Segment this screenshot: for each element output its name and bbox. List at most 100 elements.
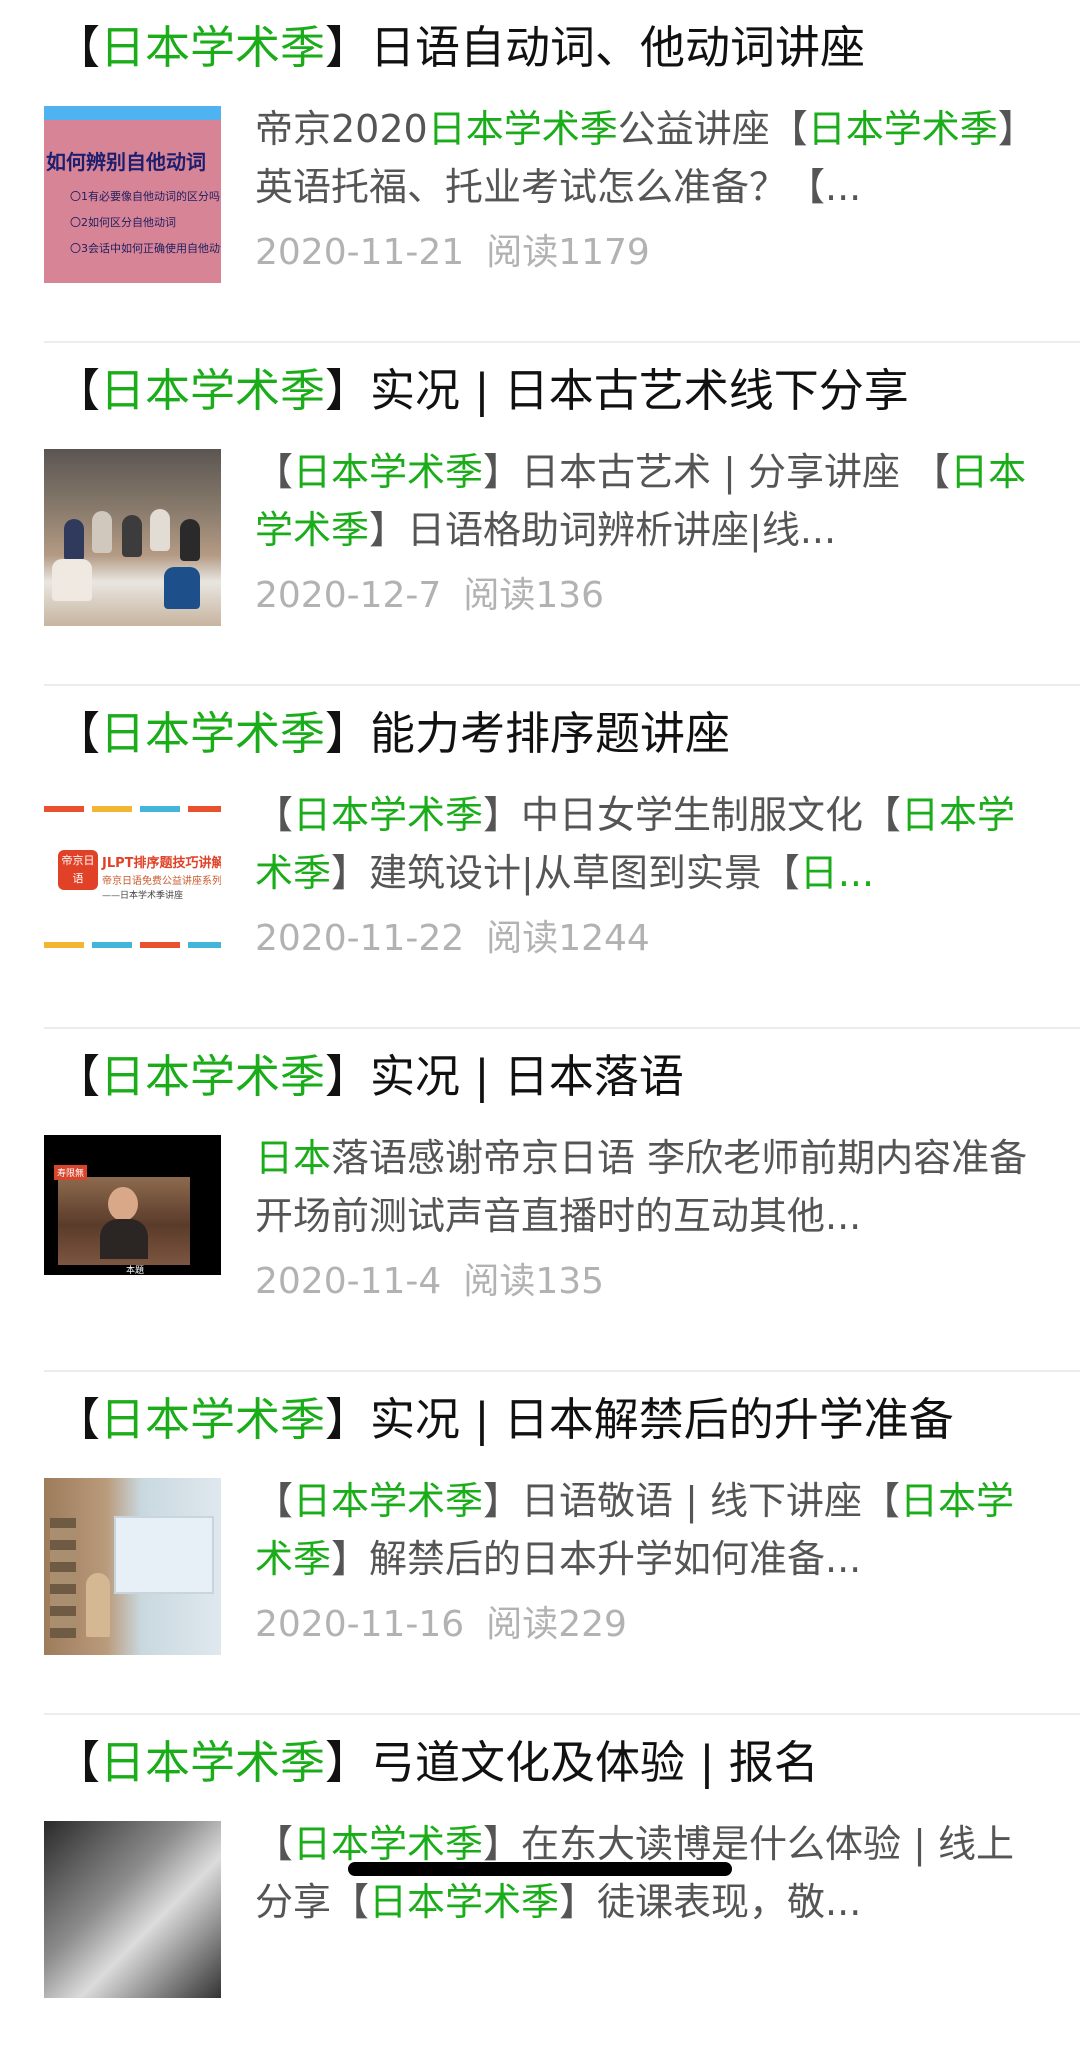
article-date: 2020-12-7 bbox=[255, 575, 442, 616]
keyword-highlight: 日本学术季 bbox=[100, 364, 326, 417]
thumbnail-bottom bbox=[44, 1275, 221, 1312]
text-segment: 】解禁后的日本升学如何准备... bbox=[331, 1537, 862, 1581]
text-segment: 【 bbox=[55, 1050, 101, 1103]
color-bar bbox=[44, 806, 84, 812]
home-indicator[interactable] bbox=[348, 1862, 732, 1876]
color-bar bbox=[44, 942, 84, 948]
list-item[interactable]: 【日本学术季】日语自动词、他动词讲座 如何辨别自他动词 〇1有必要像自他动词的区… bbox=[0, 0, 1080, 343]
keyword-highlight: 日本学术季 bbox=[293, 793, 484, 837]
article-thumbnail[interactable] bbox=[44, 449, 221, 626]
text-segment: 】建筑设计|从草图到实景【 bbox=[331, 851, 800, 895]
article-thumbnail[interactable]: 帝京日语 JLPT排序题技巧讲解 帝京日语免费公益讲座系列 ——日本学术季讲座 bbox=[44, 792, 221, 969]
article-title[interactable]: 【日本学术季】实况 | 日本落语 bbox=[55, 1047, 1055, 1107]
article-thumbnail[interactable]: 如何辨别自他动词 〇1有必要像自他动词的区分吗 〇2如何区分自他动词 〇3会话中… bbox=[44, 106, 221, 283]
photo-person bbox=[86, 1573, 110, 1637]
photo-figure bbox=[180, 519, 200, 561]
article-meta: 2020-11-16 阅读229 bbox=[255, 1600, 627, 1650]
list-item[interactable]: 【日本学术季】实况 | 日本落语 寿限無 本題 日本落语感谢帝京日语 李欣老师前… bbox=[0, 1029, 1080, 1372]
color-bar bbox=[188, 806, 221, 812]
article-thumbnail[interactable]: 寿限無 本題 bbox=[44, 1135, 221, 1312]
thumbnail-subtitle: 帝京日语免费公益讲座系列 bbox=[102, 876, 221, 887]
list-item[interactable]: 【日本学术季】弓道文化及体验 | 报名 【日本学术季】在东大读博是什么体验 | … bbox=[0, 1715, 1080, 2058]
text-segment: 【 bbox=[55, 1393, 101, 1446]
text-segment: 【 bbox=[55, 1736, 101, 1789]
speaker-body bbox=[100, 1219, 148, 1259]
article-date: 2020-11-21 bbox=[255, 232, 465, 273]
thumbnail-line: 〇2如何区分自他动词 bbox=[70, 216, 176, 229]
color-bar bbox=[140, 806, 180, 812]
thumbnail-title: JLPT排序题技巧讲解 bbox=[102, 856, 221, 871]
article-title[interactable]: 【日本学术季】实况 | 日本古艺术线下分享 bbox=[55, 361, 1055, 421]
keyword-highlight: 日本学术季 bbox=[427, 107, 618, 151]
text-segment: 【 bbox=[55, 21, 101, 74]
keyword-highlight: 日本学术季 bbox=[100, 1050, 326, 1103]
text-segment: 帝京2020 bbox=[255, 107, 428, 151]
article-read-count: 阅读135 bbox=[463, 1261, 605, 1302]
text-segment: 】实况 | 日本落语 bbox=[325, 1050, 684, 1103]
thumbnail-title: 如何辨别自他动词 bbox=[46, 150, 206, 174]
thumbnail-line: 〇3会话中如何正确使用自他动词 bbox=[70, 242, 221, 255]
article-date: 2020-11-22 bbox=[255, 918, 465, 959]
thumbnail-band bbox=[44, 106, 221, 120]
article-meta: 2020-11-22 阅读1244 bbox=[255, 914, 650, 964]
text-segment: 【 bbox=[255, 450, 294, 494]
text-segment: 】日语格助词辨析讲座|线... bbox=[369, 508, 837, 552]
photo-figure bbox=[52, 559, 92, 601]
keyword-highlight: 日本学术季 bbox=[100, 707, 326, 760]
article-title[interactable]: 【日本学术季】能力考排序题讲座 bbox=[55, 704, 1055, 764]
article-snippet: 【日本学术季】日本古艺术 | 分享讲座 【日本学术季】日语格助词辨析讲座|线..… bbox=[255, 443, 1035, 559]
keyword-highlight: 日本学术季 bbox=[100, 1393, 326, 1446]
text-segment: 】日语自动词、他动词讲座 bbox=[325, 21, 866, 74]
text-segment: 】中日女学生制服文化【 bbox=[483, 793, 902, 837]
speaker-face bbox=[108, 1187, 138, 1221]
article-title[interactable]: 【日本学术季】弓道文化及体验 | 报名 bbox=[55, 1733, 1055, 1793]
article-read-count: 阅读229 bbox=[486, 1604, 627, 1645]
video-frame bbox=[58, 1177, 190, 1265]
text-segment: 【 bbox=[55, 364, 101, 417]
photo-figure bbox=[122, 515, 142, 557]
keyword-highlight: 日本学术季 bbox=[100, 1736, 326, 1789]
text-segment: 【 bbox=[255, 793, 294, 837]
text-segment: 】实况 | 日本古艺术线下分享 bbox=[325, 364, 909, 417]
keyword-highlight: 日本学术季 bbox=[807, 107, 998, 151]
article-thumbnail[interactable] bbox=[44, 1478, 221, 1655]
keyword-highlight: 日本学术季 bbox=[293, 1822, 484, 1866]
article-snippet: 【日本学术季】中日女学生制服文化【日本学术季】建筑设计|从草图到实景【日... bbox=[255, 786, 1035, 902]
list-item[interactable]: 【日本学术季】能力考排序题讲座 帝京日语 JLPT排序题技巧讲解 帝京日语免费公… bbox=[0, 686, 1080, 1029]
article-meta: 2020-12-7 阅读136 bbox=[255, 571, 604, 621]
color-bar bbox=[140, 942, 180, 948]
article-meta: 2020-11-4 阅读135 bbox=[255, 1257, 604, 1307]
photo-figure bbox=[92, 511, 112, 553]
list-item[interactable]: 【日本学术季】实况 | 日本古艺术线下分享 【日本学术季】日本古艺术 | 分享讲… bbox=[0, 343, 1080, 686]
article-read-count: 阅读1244 bbox=[486, 918, 650, 959]
text-segment: 公益讲座【 bbox=[617, 107, 808, 151]
article-thumbnail[interactable] bbox=[44, 1821, 221, 1998]
keyword-highlight: 日本学术季 bbox=[369, 1880, 560, 1924]
article-date: 2020-11-16 bbox=[255, 1604, 465, 1645]
photo-figure bbox=[64, 519, 84, 561]
color-bar bbox=[92, 806, 132, 812]
list-item[interactable]: 【日本学术季】实况 | 日本解禁后的升学准备 【日本学术季】日语敬语 | 线下讲… bbox=[0, 1372, 1080, 1715]
logo-badge: 帝京日语 bbox=[58, 850, 98, 890]
text-segment: 【 bbox=[55, 707, 101, 760]
article-read-count: 阅读136 bbox=[463, 575, 605, 616]
text-segment: 】实况 | 日本解禁后的升学准备 bbox=[325, 1393, 954, 1446]
article-snippet: 日本落语感谢帝京日语 李欣老师前期内容准备开场前测试声音直播时的互动其他... bbox=[255, 1129, 1035, 1245]
photo-bookshelf bbox=[50, 1518, 76, 1638]
article-title[interactable]: 【日本学术季】日语自动词、他动词讲座 bbox=[55, 18, 1055, 78]
keyword-highlight: 日本学术季 bbox=[100, 21, 326, 74]
article-read-count: 阅读1179 bbox=[486, 232, 650, 273]
keyword-highlight: 日本学术季 bbox=[293, 450, 484, 494]
thumbnail-line: 〇1有必要像自他动词的区分吗 bbox=[70, 190, 220, 203]
article-title[interactable]: 【日本学术季】实况 | 日本解禁后的升学准备 bbox=[55, 1390, 1055, 1450]
color-bar bbox=[188, 942, 221, 948]
text-segment: 【 bbox=[255, 1822, 294, 1866]
keyword-highlight: 日本学术季 bbox=[293, 1479, 484, 1523]
article-snippet: 帝京2020日本学术季公益讲座【日本学术季】英语托福、托业考试怎么准备？【... bbox=[255, 100, 1035, 216]
text-segment: 】徒课表现，敬... bbox=[559, 1880, 862, 1924]
photo-projection bbox=[114, 1516, 214, 1594]
photo-figure bbox=[150, 509, 170, 551]
article-date: 2020-11-4 bbox=[255, 1261, 442, 1302]
text-segment: 】弓道文化及体验 | 报名 bbox=[325, 1736, 819, 1789]
color-bar bbox=[92, 942, 132, 948]
